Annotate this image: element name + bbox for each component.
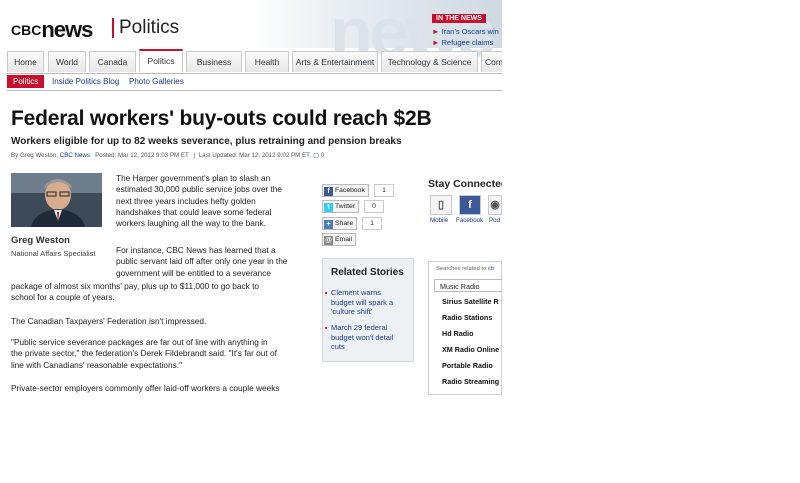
author-portrait-icon: [11, 173, 102, 227]
arrow-icon: ►: [432, 38, 442, 47]
tab-technology-science[interactable]: Technology & Science: [381, 51, 478, 72]
share-facebook: f Facebook 1: [322, 184, 394, 197]
share-generic: + Share 1: [322, 217, 392, 230]
subnav-politics[interactable]: Politics: [7, 75, 45, 88]
comment-count[interactable]: 0: [321, 152, 324, 159]
tab-business[interactable]: Business: [186, 51, 242, 72]
facebook-count: 1: [374, 184, 394, 197]
tab-community[interactable]: Comm: [481, 51, 502, 72]
paragraph-2-continued: package of almost six months' pay, plus …: [11, 281, 260, 303]
mobile-icon[interactable]: ▯: [430, 195, 452, 215]
tab-arts-entertainment[interactable]: Arts & Entertainment: [292, 51, 378, 72]
tab-politics[interactable]: Politics: [139, 49, 183, 72]
byline: By Greg Weston, CBC News Posted: Mar 12,…: [11, 152, 325, 159]
twitter-count: 0: [364, 200, 384, 213]
related-story-link[interactable]: Clement warnsbudget will spark a'culture…: [325, 288, 411, 317]
search-suggestion[interactable]: Portable Radio: [442, 361, 493, 370]
page: news CBCnews Politics IN THE NEWS ► Iran…: [0, 0, 502, 400]
stay-connected-podcast[interactable]: Pod: [489, 217, 500, 224]
share-twitter: t Twitter 0: [322, 200, 392, 213]
email-share-button[interactable]: @ Email: [322, 233, 356, 246]
main-nav: Home World Canada Politics Business Heal…: [7, 49, 502, 74]
search-suggestion[interactable]: XM Radio Online: [442, 345, 499, 354]
author-title: National Affairs Specialist: [11, 249, 96, 258]
in-the-news-item[interactable]: ► Refugee claims: [432, 38, 502, 47]
tab-health[interactable]: Health: [245, 51, 289, 72]
cbc-news-logo[interactable]: CBCnews: [11, 17, 93, 43]
facebook-icon[interactable]: f: [459, 195, 481, 215]
paragraph-4: "Public service severance packages are f…: [11, 337, 277, 370]
article-headline: Federal workers' buy-outs could reach $2…: [11, 107, 432, 130]
email-icon: @: [324, 236, 333, 245]
related-stories-title: Related Stories: [331, 267, 404, 278]
share-icon: +: [324, 220, 333, 229]
paragraph-3: The Canadian Taxpayers' Federation isn't…: [11, 316, 207, 326]
arrow-icon: ►: [432, 27, 442, 36]
section-title: Politics: [112, 18, 179, 38]
twitter-share-button[interactable]: t Twitter: [322, 200, 360, 213]
search-suggestion[interactable]: Hd Radio: [442, 329, 474, 338]
related-story-link[interactable]: March 29 federalbudget won't detailcuts: [325, 323, 411, 352]
sub-nav: Politics Inside Politics Blog Photo Gall…: [7, 74, 502, 91]
in-the-news: IN THE NEWS ► Iran's Oscars win ► Refuge…: [432, 7, 502, 47]
in-the-news-item[interactable]: ► Iran's Oscars win: [432, 27, 502, 36]
related-stories: Related Stories Clement warnsbudget will…: [322, 258, 414, 362]
paragraph-2: For instance, CBC News has learned that …: [116, 245, 288, 278]
in-the-news-tag: IN THE NEWS: [432, 14, 486, 23]
share-button[interactable]: + Share: [322, 217, 358, 230]
share-count: 1: [362, 217, 382, 230]
twitter-icon: t: [324, 203, 333, 212]
byline-outlet-link[interactable]: CBC News: [60, 152, 90, 159]
subnav-inside-politics-blog[interactable]: Inside Politics Blog: [52, 75, 119, 88]
stay-connected-facebook[interactable]: Facebook: [456, 217, 483, 224]
facebook-share-button[interactable]: f Facebook: [322, 184, 369, 197]
facebook-icon: f: [324, 187, 333, 196]
masthead: news CBCnews Politics IN THE NEWS ► Iran…: [0, 0, 502, 71]
stay-connected-mobile[interactable]: Mobile: [430, 217, 448, 224]
paragraph-1: The Harper government's plan to slash an…: [116, 173, 283, 229]
podcast-icon[interactable]: ◉: [488, 195, 502, 215]
article-subhead: Workers eligible for up to 82 weeks seve…: [11, 136, 402, 147]
related-searches-label: Searches related to cb: [436, 266, 495, 272]
search-suggestion[interactable]: Music Radio: [434, 279, 502, 292]
comment-icon[interactable]: ▢: [313, 152, 319, 159]
author-photo: [11, 173, 102, 227]
tab-canada[interactable]: Canada: [89, 51, 136, 72]
paragraph-5: Private-sector employers commonly offer …: [11, 383, 280, 393]
tab-world[interactable]: World: [48, 51, 86, 72]
author-name[interactable]: Greg Weston: [11, 235, 70, 246]
search-suggestion[interactable]: Radio Streaming: [442, 377, 499, 386]
share-email: @ Email: [322, 233, 392, 246]
related-searches: Searches related to cb Music Radio Siriu…: [428, 261, 502, 395]
tab-home[interactable]: Home: [7, 51, 44, 72]
stay-connected-title: Stay Connected: [428, 178, 502, 190]
search-suggestion[interactable]: Radio Stations: [442, 313, 492, 322]
search-suggestion[interactable]: Sirius Satellite R: [442, 297, 499, 306]
subnav-photo-galleries[interactable]: Photo Galleries: [129, 75, 184, 88]
